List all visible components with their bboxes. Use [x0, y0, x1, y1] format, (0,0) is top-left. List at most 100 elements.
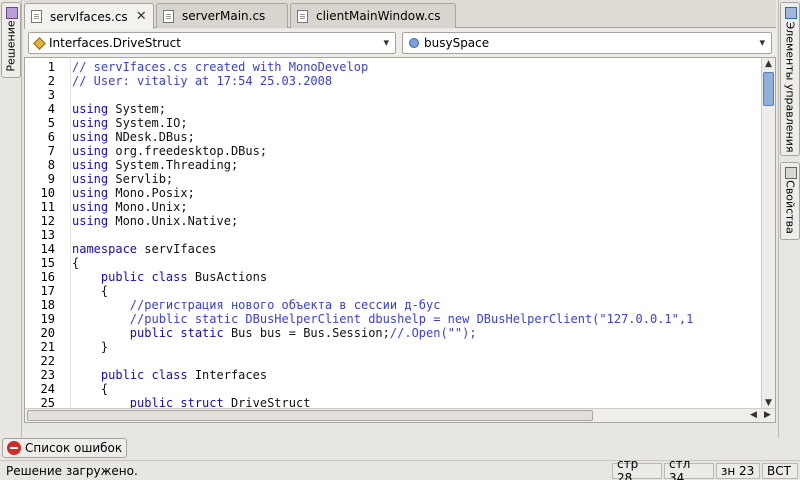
- line-number: 6: [47, 130, 55, 144]
- code-token: public class: [100, 270, 188, 284]
- scroll-up-icon[interactable]: ▲: [762, 58, 775, 71]
- error-icon: [7, 441, 21, 455]
- code-token: using: [72, 158, 109, 172]
- code-line: {: [72, 256, 79, 270]
- code-token: using: [72, 116, 109, 130]
- code-token: // servIfaces.cs created with MonoDevelo…: [72, 60, 369, 74]
- code-token: NDesk.DBus;: [108, 130, 195, 144]
- chevron-down-icon[interactable]: ▾: [759, 36, 765, 49]
- code-token: // User: vitaliy at 17:54 25.03.2008: [72, 74, 333, 88]
- code-token: Bus bus = Bus.Session;: [223, 326, 390, 340]
- close-icon[interactable]: ✕: [136, 9, 147, 24]
- code-line: namespace servIfaces: [72, 242, 217, 256]
- line-number: 24: [40, 382, 55, 396]
- tab-label: servIfaces.cs: [50, 9, 128, 24]
- line-number: 13: [40, 228, 55, 242]
- properties-pad-tab[interactable]: Свойства: [780, 162, 800, 240]
- properties-icon: [785, 167, 797, 179]
- status-line: стр 28: [612, 457, 662, 480]
- toolbox-pad-tab[interactable]: Элементы управления: [780, 2, 800, 156]
- line-number-gutter: 1 2 3 4 5 6 7 8 9 10 11 12 13 14 15 16 17 18 19 20 21 22 23 24 2…: [25, 58, 71, 422]
- status-char: зн 23: [716, 463, 760, 479]
- code-line: // User: vitaliy at 17:54 25.03.2008: [72, 74, 332, 88]
- code-token: System.IO;: [108, 116, 188, 130]
- code-line: using Mono.Unix;: [72, 200, 188, 214]
- code-token: servIfaces: [137, 242, 217, 256]
- line-number: 19: [40, 312, 55, 326]
- code-token: using: [72, 130, 109, 144]
- solution-pad-label: Решение: [4, 20, 18, 72]
- code-area[interactable]: // servIfaces.cs created with MonoDevelo…: [72, 58, 762, 410]
- bottom-pad-bar: Список ошибок: [0, 438, 800, 458]
- code-editor[interactable]: 1 2 3 4 5 6 7 8 9 10 11 12 13 14 15 16 17 18 19 20 21 22 23 24 2…: [24, 57, 776, 423]
- line-number: 10: [40, 186, 55, 200]
- file-icon: [297, 9, 308, 23]
- solution-pad-tab[interactable]: Решение: [1, 2, 21, 78]
- code-token: using: [72, 214, 109, 228]
- ide-window: Решение Элементы управления Свойства ser…: [0, 0, 800, 480]
- toolbox-icon: [785, 7, 797, 19]
- line-number: 8: [47, 158, 55, 172]
- code-token: using: [72, 186, 109, 200]
- horizontal-scrollbar[interactable]: ◀ ▶: [25, 408, 775, 422]
- chevron-down-icon[interactable]: ▾: [383, 36, 389, 49]
- line-number: 5: [47, 116, 55, 130]
- code-token: BusActions: [187, 270, 268, 284]
- code-token: using: [72, 144, 109, 158]
- line-number: 20: [40, 326, 55, 340]
- horizontal-scroll-thumb[interactable]: [27, 410, 593, 421]
- line-number: 18: [40, 298, 55, 312]
- vertical-scrollbar[interactable]: ▲ ▼: [761, 58, 775, 410]
- scroll-left-icon[interactable]: ◀: [747, 409, 760, 422]
- code-token: {: [72, 382, 109, 396]
- code-line: using System.Threading;: [72, 158, 238, 172]
- code-token: namespace: [72, 242, 138, 256]
- line-number: 15: [40, 256, 55, 270]
- line-number: 21: [40, 340, 55, 354]
- member-combo[interactable]: busySpace ▾: [402, 32, 772, 54]
- code-line: //public static DBusHelperClient dbushel…: [72, 312, 694, 326]
- code-line: using org.freedesktop.DBus;: [72, 144, 267, 158]
- code-token: Mono.Unix;: [108, 200, 188, 214]
- tab-label: serverMain.cs: [182, 9, 266, 23]
- code-token: public class: [100, 368, 188, 382]
- line-number: 3: [47, 88, 55, 102]
- code-line: }: [72, 340, 108, 354]
- line-number: 9: [47, 172, 55, 186]
- code-token: public static: [129, 326, 224, 340]
- tab-servermain[interactable]: serverMain.cs: [156, 3, 288, 28]
- code-token: org.freedesktop.DBus;: [108, 144, 268, 158]
- vertical-scroll-thumb[interactable]: [763, 72, 774, 106]
- code-token: Servlib;: [108, 172, 174, 186]
- scroll-right-icon[interactable]: ▶: [761, 409, 774, 422]
- status-line-text: стр 28: [617, 457, 639, 480]
- error-list-button[interactable]: Список ошибок: [2, 438, 128, 458]
- code-line: using System.IO;: [72, 116, 188, 130]
- tab-servifaces[interactable]: servIfaces.cs ✕: [24, 3, 154, 29]
- file-icon: [163, 9, 174, 23]
- status-bar: Решение загружено. стр 28 стл 34 зн 23 В…: [0, 457, 800, 480]
- line-number: 16: [40, 270, 55, 284]
- code-line: using System;: [72, 102, 166, 116]
- tab-clientmainwindow[interactable]: clientMainWindow.cs: [290, 3, 456, 28]
- code-token: Interfaces: [187, 368, 268, 382]
- code-token: System;: [108, 102, 166, 116]
- line-number: 14: [40, 242, 55, 256]
- code-line: // servIfaces.cs created with MonoDevelo…: [72, 60, 368, 74]
- properties-pad-label: Свойства: [783, 180, 797, 234]
- class-combo[interactable]: Interfaces.DriveStruct ▾: [28, 32, 396, 54]
- code-token: //регистрация нового объекта в сессии д-…: [72, 298, 441, 312]
- status-insert-mode: ВСТ: [762, 463, 798, 479]
- document-tabs: servIfaces.cs ✕ serverMain.cs clientMain…: [24, 0, 776, 29]
- line-number: 7: [47, 144, 55, 158]
- line-number: 22: [40, 354, 55, 368]
- code-line: public class BusActions: [72, 270, 267, 284]
- code-token: {: [72, 284, 109, 298]
- code-token: {: [72, 256, 80, 270]
- class-combo-value: Interfaces.DriveStruct: [49, 36, 181, 50]
- solution-icon: [6, 7, 18, 19]
- code-line: using Mono.Unix.Native;: [72, 214, 238, 228]
